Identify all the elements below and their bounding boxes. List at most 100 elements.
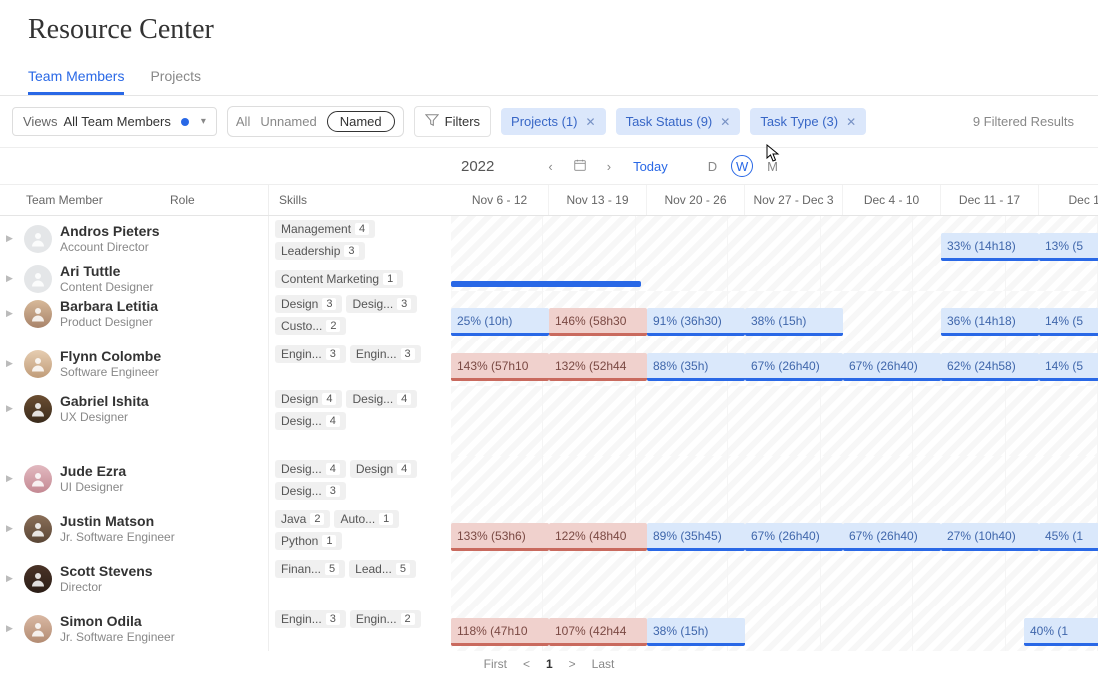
close-icon[interactable]: ✕: [720, 115, 730, 129]
skill-tag: Engin...2: [350, 610, 421, 628]
expand-icon[interactable]: ▶: [6, 233, 16, 244]
member-name[interactable]: Andros Pieters: [60, 223, 160, 240]
scale-week[interactable]: W: [731, 155, 753, 177]
scale-month[interactable]: M: [761, 157, 784, 176]
workload-bar[interactable]: 133% (53h6): [451, 523, 549, 551]
skill-tag: Leadership3: [275, 242, 365, 260]
workload-bar[interactable]: 67% (26h40): [745, 523, 843, 551]
date-column: Dec 4 - 10: [843, 185, 941, 215]
workload-bar[interactable]: 38% (15h): [745, 308, 843, 336]
workload-bar[interactable]: 67% (26h40): [843, 523, 941, 551]
expand-icon[interactable]: ▶: [6, 473, 16, 484]
page-title: Resource Center: [0, 0, 1098, 50]
member-name[interactable]: Gabriel Ishita: [60, 393, 149, 410]
expand-icon[interactable]: ▶: [6, 358, 16, 369]
workload-bar[interactable]: 89% (35h45): [647, 523, 745, 551]
workload-bar[interactable]: 67% (26h40): [745, 353, 843, 381]
skill-tag: Java2: [275, 510, 330, 528]
filters-button[interactable]: Filters: [414, 106, 491, 137]
date-column: Dec 11 - 17: [941, 185, 1039, 215]
avatar: [24, 515, 52, 543]
member-name[interactable]: Barbara Letitia: [60, 298, 158, 315]
workload-bar[interactable]: 118% (47h10: [451, 618, 549, 646]
member-name[interactable]: Scott Stevens: [60, 563, 153, 580]
workload-bar[interactable]: 27% (10h40): [941, 523, 1039, 551]
views-selector[interactable]: Views All Team Members ▾: [12, 107, 217, 136]
workload-bar[interactable]: 143% (57h10: [451, 353, 549, 381]
views-value: All Team Members: [63, 114, 170, 129]
workload-bar[interactable]: 40% (1: [1024, 618, 1098, 646]
pager-first[interactable]: First: [484, 657, 507, 671]
chip-task-status[interactable]: Task Status (9) ✕: [616, 108, 741, 135]
calendar-icon[interactable]: [567, 156, 593, 177]
skill-tag: Desig...4: [275, 460, 346, 478]
member-name[interactable]: Simon Odila: [60, 613, 175, 630]
avatar: [24, 265, 52, 293]
prev-period-button[interactable]: ‹: [542, 157, 558, 176]
expand-icon[interactable]: ▶: [6, 403, 16, 414]
today-button[interactable]: Today: [625, 157, 676, 176]
expand-icon[interactable]: ▶: [6, 623, 16, 634]
scale-day[interactable]: D: [702, 157, 723, 176]
workload-bar[interactable]: 38% (15h): [647, 618, 745, 646]
column-team-member: Team Member: [0, 185, 160, 215]
skill-tag: Lead...5: [349, 560, 416, 578]
pager-last[interactable]: Last: [592, 657, 615, 671]
workload-bar[interactable]: 36% (14h18): [941, 308, 1039, 336]
next-period-button[interactable]: ›: [601, 157, 617, 176]
workload-bar[interactable]: 122% (48h40: [549, 523, 647, 551]
member-name[interactable]: Flynn Colombe: [60, 348, 161, 365]
avatar: [24, 395, 52, 423]
chevron-down-icon: ▾: [201, 116, 206, 127]
name-filter-group: All Unnamed Named: [227, 106, 404, 137]
tab-team-members[interactable]: Team Members: [28, 60, 124, 95]
skill-tag: Finan...5: [275, 560, 345, 578]
skill-tag: Design4: [275, 390, 342, 408]
filter-unnamed[interactable]: Unnamed: [260, 114, 316, 129]
workload-bar[interactable]: 107% (42h44: [549, 618, 647, 646]
expand-icon[interactable]: ▶: [6, 273, 16, 284]
timeline-nav: 2022 ‹ › Today D W M: [0, 147, 1098, 185]
skill-tag: Management4: [275, 220, 375, 238]
avatar: [24, 350, 52, 378]
skill-tag: Desig...4: [346, 390, 417, 408]
filter-all[interactable]: All: [236, 114, 250, 129]
column-role: Role: [160, 185, 268, 215]
assignment-bar[interactable]: [451, 281, 641, 287]
filters-label: Filters: [445, 114, 480, 129]
workload-bar[interactable]: 45% (1: [1039, 523, 1098, 551]
expand-icon[interactable]: ▶: [6, 573, 16, 584]
tab-projects[interactable]: Projects: [150, 60, 201, 95]
resource-grid: Team Member Role Skills Nov 6 - 12Nov 13…: [0, 185, 1098, 216]
filter-named[interactable]: Named: [327, 111, 395, 132]
chip-task-type[interactable]: Task Type (3) ✕: [750, 108, 866, 135]
workload-bar[interactable]: 25% (10h): [451, 308, 549, 336]
workload-bar[interactable]: 132% (52h44: [549, 353, 647, 381]
avatar: [24, 300, 52, 328]
workload-bar[interactable]: 62% (24h58): [941, 353, 1039, 381]
skill-tag: Desig...3: [346, 295, 417, 313]
workload-bar[interactable]: 13% (5: [1039, 233, 1098, 261]
expand-icon[interactable]: ▶: [6, 308, 16, 319]
date-column: Nov 13 - 19: [549, 185, 647, 215]
skill-tag: Design3: [275, 295, 342, 313]
pager-next[interactable]: >: [569, 657, 576, 671]
close-icon[interactable]: ✕: [846, 115, 856, 129]
workload-bar[interactable]: 33% (14h18): [941, 233, 1039, 261]
workload-bar[interactable]: 146% (58h30: [549, 308, 647, 336]
workload-bar[interactable]: 88% (35h): [647, 353, 745, 381]
workload-bar[interactable]: 67% (26h40): [843, 353, 941, 381]
member-name[interactable]: Ari Tuttle: [60, 263, 153, 280]
member-role: Director: [60, 580, 153, 594]
date-column: Nov 20 - 26: [647, 185, 745, 215]
member-name[interactable]: Justin Matson: [60, 513, 175, 530]
chip-projects[interactable]: Projects (1) ✕: [501, 108, 606, 135]
close-icon[interactable]: ✕: [586, 115, 596, 129]
workload-bar[interactable]: 14% (5: [1039, 308, 1098, 336]
expand-icon[interactable]: ▶: [6, 523, 16, 534]
member-name[interactable]: Jude Ezra: [60, 463, 126, 480]
workload-bar[interactable]: 91% (36h30): [647, 308, 745, 336]
pager-prev[interactable]: <: [523, 657, 530, 671]
workload-bar[interactable]: 14% (5: [1039, 353, 1098, 381]
skill-tag: Engin...3: [275, 345, 346, 363]
